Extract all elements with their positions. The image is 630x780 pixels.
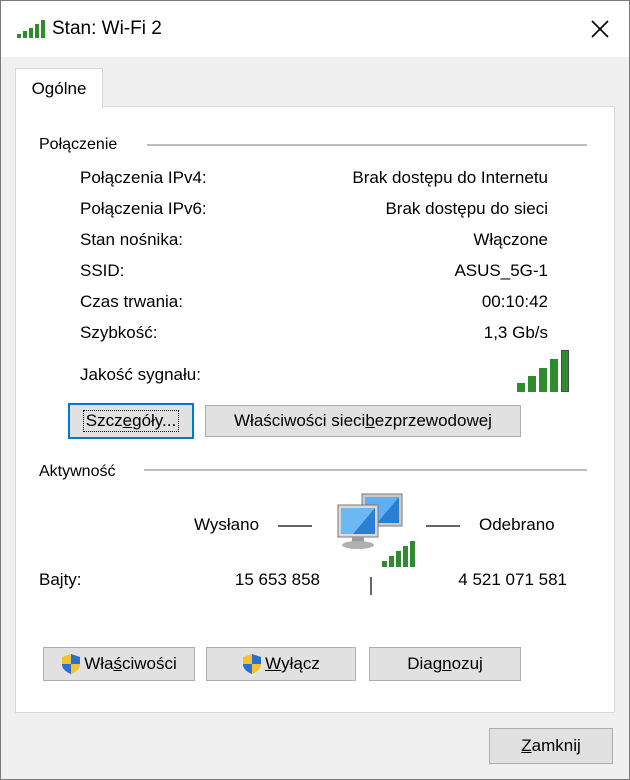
ipv4-label: Połączenia IPv4: [80, 168, 207, 187]
speed-value: 1,3 Gb/s [483, 323, 548, 342]
speed-label: Szybkość: [80, 323, 158, 342]
ssid-value: ASUS_5G-1 [454, 261, 548, 280]
bytes-sent-value: 15 653 858 [234, 570, 320, 589]
ipv6-label: Połączenia IPv6: [80, 199, 207, 218]
sent-label: Wysłano [194, 515, 260, 534]
ssid-label: SSID: [80, 261, 125, 280]
section-divider [144, 469, 587, 471]
signal-quality-icon [517, 350, 569, 392]
details-button[interactable]: Szczegóły... [68, 403, 194, 439]
close-window-button[interactable] [571, 1, 629, 57]
close-button[interactable]: Zamknij [489, 728, 613, 764]
connection-section-title: Połączenie [39, 136, 118, 154]
sent-dash [278, 525, 312, 527]
wireless-properties-button[interactable]: Właściwości sieci b ezprzewodowej [205, 405, 521, 437]
activity-section-title: Aktywność [39, 463, 116, 481]
diagnose-button[interactable]: Diag n ozuj [369, 647, 521, 681]
received-label: Odebrano [479, 515, 555, 534]
network-computers-icon [337, 493, 415, 567]
received-dash [426, 525, 460, 527]
uac-shield-icon [62, 654, 81, 674]
bytes-received-value: 4 521 071 581 [458, 570, 567, 589]
disable-button[interactable]: Wyłącz [206, 647, 356, 681]
general-panel: Połączenie Połączenia IPv4: Brak dostępu… [15, 106, 615, 713]
section-divider [147, 144, 587, 146]
media-state-value: Włączone [473, 230, 548, 249]
title-bar: Stan: Wi-Fi 2 [1, 1, 629, 57]
ipv4-value: Brak dostępu do Internetu [352, 168, 548, 187]
status-dialog: Stan: Wi-Fi 2 Ogólne Połączenie Połączen… [0, 0, 630, 780]
window-title: Stan: Wi-Fi 2 [52, 18, 162, 39]
uac-shield-icon [243, 654, 262, 674]
wifi-signal-icon [17, 20, 45, 38]
tab-general[interactable]: Ogólne [15, 68, 103, 109]
close-icon [591, 20, 609, 38]
signal-quality-label: Jakość sygnału: [80, 365, 201, 384]
media-state-label: Stan nośnika: [80, 230, 184, 249]
bytes-label: Bajty: [39, 570, 82, 589]
duration-value: 00:10:42 [481, 292, 548, 311]
ipv6-value: Brak dostępu do sieci [385, 199, 548, 218]
properties-button[interactable]: Wła ś ciwości [43, 647, 195, 681]
activity-separator [370, 577, 372, 595]
duration-label: Czas trwania: [80, 292, 183, 311]
